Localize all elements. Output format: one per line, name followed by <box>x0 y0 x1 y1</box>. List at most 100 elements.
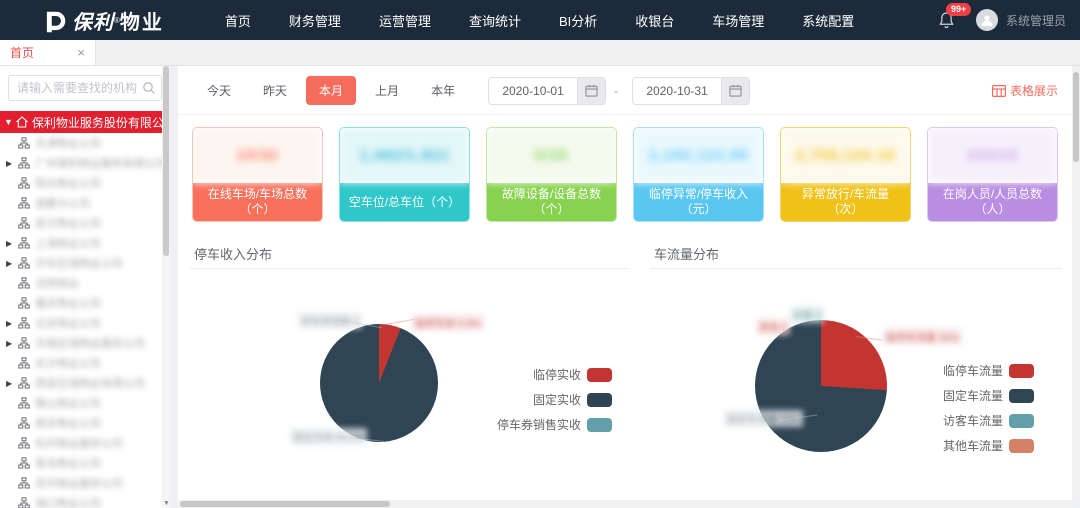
main-vertical-scrollbar[interactable] <box>1072 66 1080 500</box>
stat-card[interactable]: 2,180,123.88 临停异常/停车收入（元） <box>633 127 764 222</box>
legend-item[interactable]: 固定实收 <box>533 391 612 408</box>
stat-card[interactable]: 2,758,144.18 异常放行/车流量（次） <box>780 127 911 222</box>
stat-card-label: 在线车场/车场总数（个） <box>193 183 322 221</box>
tree-item[interactable]: 南京物业公司 <box>0 413 170 433</box>
tree-item-label: 青岛物业公司 <box>35 455 101 471</box>
org-icon <box>18 397 30 409</box>
calendar-button-from[interactable] <box>577 77 605 105</box>
tree-item[interactable]: 海口物业公司 <box>0 493 170 508</box>
pie-traffic-flow[interactable] <box>755 320 887 452</box>
caret-right-icon[interactable]: ▶ <box>6 339 16 348</box>
legend-swatch-icon <box>587 393 612 407</box>
search-icon[interactable] <box>142 81 156 95</box>
tree-root-selected[interactable]: ▼ 保利物业服务股份有限公司(15/3 <box>0 111 170 133</box>
tree-item[interactable]: 长沙物业公司 <box>0 353 170 373</box>
date-to-value[interactable]: 2020-10-31 <box>633 84 721 98</box>
legend-item[interactable]: 停车券销售实收 <box>497 416 612 433</box>
nav-item[interactable]: 财务管理 <box>270 0 360 40</box>
legend-item[interactable]: 临停实收 <box>533 366 612 383</box>
nav-item[interactable]: 收银台 <box>616 0 693 40</box>
legend-swatch-icon <box>587 368 612 382</box>
org-search-input[interactable] <box>8 75 162 101</box>
tree-item[interactable]: ▶ 西安区域物业有限公司 <box>0 373 170 393</box>
nav-item[interactable]: 运营管理 <box>360 0 450 40</box>
legend-item[interactable]: 固定车流量 <box>943 387 1034 404</box>
legend-label: 临停车流量 <box>943 362 1003 379</box>
tab-close-icon[interactable]: × <box>77 45 85 60</box>
legend-label: 访客车流量 <box>943 412 1003 429</box>
notifications-button[interactable]: 99+ <box>939 12 954 29</box>
legend-item[interactable]: 其他车流量 <box>943 437 1034 454</box>
tree-item[interactable]: ▶ 上海物业公司 <box>0 233 170 253</box>
caret-right-icon[interactable]: ▶ <box>6 319 16 328</box>
quick-filter-button[interactable]: 本年 <box>418 76 468 105</box>
main-vertical-scrollbar-thumb[interactable] <box>1073 72 1079 162</box>
tree-item[interactable]: 佛山物业公司 <box>0 393 170 413</box>
org-icon <box>18 457 30 469</box>
tree-item[interactable]: ▶ 华东区域物业公司 <box>0 253 170 273</box>
stat-card[interactable]: 1,482/1,921 空车位/总车位（个） <box>339 127 470 222</box>
tree-item[interactable]: 杭州物业服务公司 <box>0 433 170 453</box>
pie-label-callout: 其他 0 <box>756 318 790 335</box>
tree-item[interactable]: 成都分公司 <box>0 193 170 213</box>
tree-item-label: 重庆物业公司 <box>35 295 101 311</box>
scroll-down-arrow-icon[interactable]: ▼ <box>163 500 170 507</box>
org-tree: ▼ 保利物业服务股份有限公司(15/3 天津物业公司 ▶ 广州保利物业服务有限公… <box>0 111 170 508</box>
quick-filter-button[interactable]: 本月 <box>306 76 356 105</box>
sidebar-scrollbar[interactable]: ▼ <box>162 66 170 508</box>
tree-item[interactable]: 苏州物业服务公司 <box>0 473 170 493</box>
nav-item[interactable]: 首页 <box>206 0 270 40</box>
tree-item-label: 佛山物业公司 <box>35 395 101 411</box>
caret-down-icon[interactable]: ▼ <box>4 117 13 127</box>
tree-item-label: 苏州物业服务公司 <box>35 475 123 491</box>
caret-right-icon[interactable]: ▶ <box>6 239 16 248</box>
sidebar-scrollbar-thumb[interactable] <box>163 66 169 256</box>
org-sidebar: ▼ 保利物业服务股份有限公司(15/3 天津物业公司 ▶ 广州保利物业服务有限公… <box>0 66 170 508</box>
table-view-link[interactable]: 表格展示 <box>992 82 1058 99</box>
top-nav: 保利 ® 物业 首页财务管理运营管理查询统计BI分析收银台车场管理系统配置 99… <box>0 0 1080 40</box>
calendar-button-to[interactable] <box>721 77 749 105</box>
main-horizontal-scrollbar-thumb[interactable] <box>180 501 390 507</box>
date-to-picker[interactable]: 2020-10-31 <box>632 77 750 105</box>
org-icon <box>18 237 30 249</box>
legend-swatch-icon <box>1009 364 1034 378</box>
tree-item[interactable]: 沈阳物业 <box>0 273 170 293</box>
nav-right: 99+ 系统管理员 <box>939 9 1066 31</box>
nav-item[interactable]: BI分析 <box>540 0 616 40</box>
quick-filter-button[interactable]: 上月 <box>362 76 412 105</box>
current-user-name[interactable]: 系统管理员 <box>1006 12 1066 29</box>
pie-label-callout: 临停车流量 26% <box>883 328 962 345</box>
tab-home-label: 首页 <box>10 44 34 61</box>
caret-right-icon[interactable]: ▶ <box>6 159 16 168</box>
pie-parking-revenue[interactable] <box>320 324 438 442</box>
date-from-picker[interactable]: 2020-10-01 <box>488 77 606 105</box>
tree-item[interactable]: ▶ 北京物业公司 <box>0 313 170 333</box>
legend-item[interactable]: 访客车流量 <box>943 412 1034 429</box>
stat-card[interactable]: 259/29 在岗人员/人员总数（人） <box>927 127 1058 222</box>
date-from-value[interactable]: 2020-10-01 <box>489 84 577 98</box>
tree-item[interactable]: 阳光物业公司 <box>0 173 170 193</box>
tree-item[interactable]: 武汉物业公司 <box>0 213 170 233</box>
home-icon <box>16 116 28 128</box>
caret-right-icon[interactable]: ▶ <box>6 379 16 388</box>
brand-name-bold: 物业 <box>120 6 164 35</box>
quick-filter-button[interactable]: 今天 <box>194 76 244 105</box>
stat-card[interactable]: 15/32 在线车场/车场总数（个） <box>192 127 323 222</box>
tree-item[interactable]: ▶ 广州保利物业服务有限公司 <box>0 153 170 173</box>
tree-item[interactable]: 天津物业公司 <box>0 133 170 153</box>
main-content: 今天昨天本月上月本年 2020-10-01 - 2020-10-31 <box>178 66 1072 500</box>
nav-item[interactable]: 系统配置 <box>783 0 873 40</box>
tab-home[interactable]: 首页 × <box>0 40 96 65</box>
nav-item[interactable]: 车场管理 <box>693 0 783 40</box>
tree-item[interactable]: ▶ 华南区域物业服务公司 <box>0 333 170 353</box>
tree-item[interactable]: 重庆物业公司 <box>0 293 170 313</box>
tree-item[interactable]: 青岛物业公司 <box>0 453 170 473</box>
nav-item[interactable]: 查询统计 <box>450 0 540 40</box>
stat-card-value: 259/29 <box>928 128 1057 183</box>
stat-card[interactable]: 6/28 故障设备/设备总数（个） <box>486 127 617 222</box>
quick-filter-button[interactable]: 昨天 <box>250 76 300 105</box>
legend-item[interactable]: 临停车流量 <box>943 362 1034 379</box>
user-avatar[interactable] <box>976 9 998 31</box>
caret-right-icon[interactable]: ▶ <box>6 259 16 268</box>
main-horizontal-scrollbar[interactable] <box>178 500 1072 508</box>
